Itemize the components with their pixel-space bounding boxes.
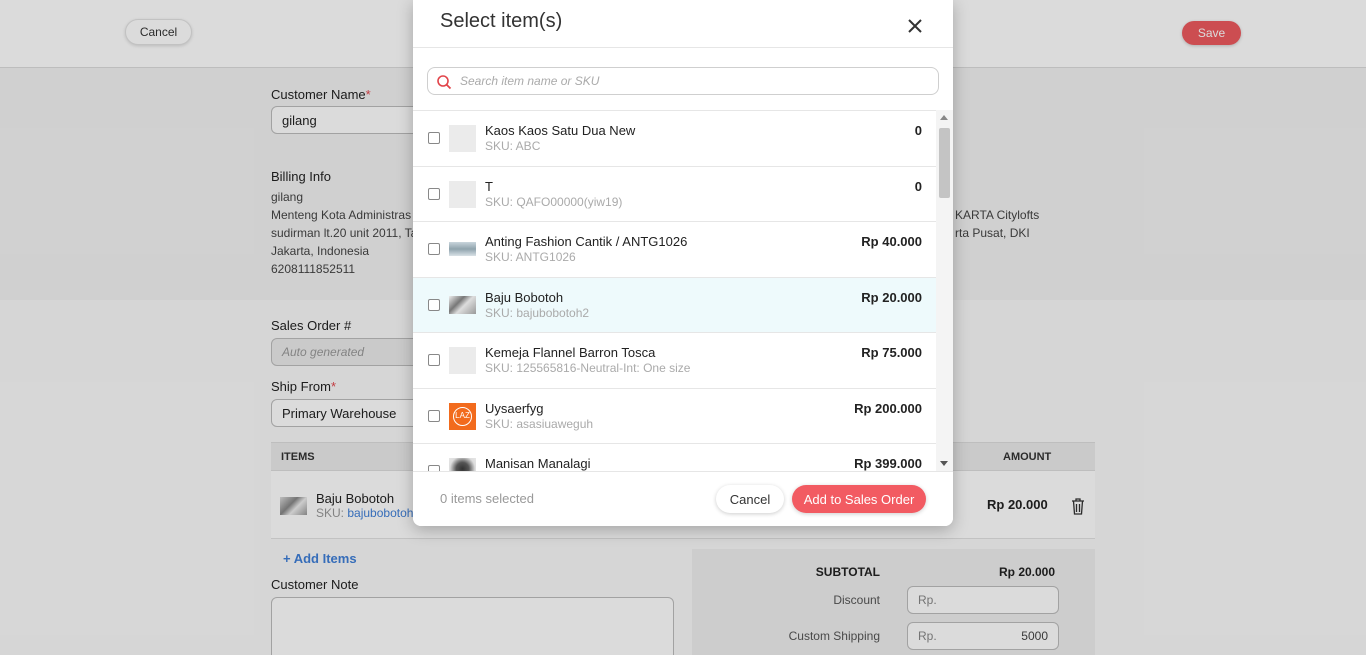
item-sku: SKU: ABC [485,139,541,153]
modal-title: Select item(s) [440,10,563,32]
item-price: Rp 75.000 [861,345,922,360]
item-price: Rp 40.000 [861,234,922,249]
item-name: T [485,178,493,194]
item-checkbox[interactable] [428,132,440,144]
item-price: Rp 399.000 [854,456,922,471]
lazada-logo-icon: LAZ [449,402,476,430]
item-checkbox[interactable] [428,354,440,366]
item-sku: SKU: 125565816-Neutral-Int: One size [485,361,691,375]
list-scrollbar[interactable] [936,110,953,471]
item-name: Kaos Kaos Satu Dua New [485,123,636,138]
item-name: Baju Bobotoh [485,289,564,305]
item-list: Kaos Kaos Satu Dua New SKU: ABC 0 T SKU:… [413,110,936,471]
item-checkbox[interactable] [428,187,440,200]
item-thumbnail [449,180,476,208]
list-item[interactable]: Baju Bobotoh SKU: bajubobotoh2 Rp 20.000 [413,277,936,333]
item-sku: SKU: ANTG1026 [485,250,576,264]
item-sku: SKU: bajubobotoh2 [485,305,590,320]
modal-divider [413,47,953,48]
item-thumbnail [449,125,476,152]
item-sku: SKU: asasiuaweguh [485,416,594,431]
select-items-modal: Select item(s) Kaos Kaos Satu Dua New SK… [413,0,953,526]
item-thumbnail [449,295,476,314]
modal-footer: 0 items selected Cancel Add to Sales Ord… [413,471,953,526]
list-item[interactable]: Manisan Manalagi Rp 399.000 [413,444,936,471]
selected-count: 0 items selected [440,491,534,506]
add-to-sales-order-button[interactable]: Add to Sales Order [792,485,926,513]
list-item[interactable]: LAZ Uysaerfyg SKU: asasiuaweguh Rp 200.0… [413,388,936,444]
item-thumbnail [449,242,476,256]
item-name: Manisan Manalagi [485,456,591,471]
scroll-up-icon[interactable] [940,115,948,120]
list-item[interactable]: Kaos Kaos Satu Dua New SKU: ABC 0 [413,111,936,167]
item-thumbnail [449,347,476,374]
item-sku: SKU: QAFO00000(yiw19) [485,194,623,209]
list-item[interactable]: Anting Fashion Cantik / ANTG1026 SKU: AN… [413,222,936,278]
item-thumbnail [449,458,476,471]
list-item[interactable]: Kemeja Flannel Barron Tosca SKU: 1255658… [413,333,936,389]
scroll-down-icon[interactable] [940,461,948,466]
item-checkbox[interactable] [428,409,440,422]
item-name: Uysaerfyg [485,400,544,416]
list-item[interactable]: T SKU: QAFO00000(yiw19) 0 [413,166,936,222]
item-checkbox[interactable] [428,243,440,255]
item-name: Anting Fashion Cantik / ANTG1026 [485,234,688,249]
modal-cancel-button[interactable]: Cancel [716,485,784,513]
item-price: Rp 20.000 [861,289,922,305]
item-price: Rp 200.000 [854,400,922,416]
search-icon [437,75,452,90]
close-icon[interactable] [905,16,925,36]
scrollbar-thumb[interactable] [939,128,950,198]
item-price: 0 [914,123,922,138]
search-input[interactable] [460,71,930,91]
item-checkbox[interactable] [428,298,440,311]
search-box[interactable] [427,67,939,95]
item-name: Kemeja Flannel Barron Tosca [485,345,656,360]
item-price: 0 [914,178,922,194]
